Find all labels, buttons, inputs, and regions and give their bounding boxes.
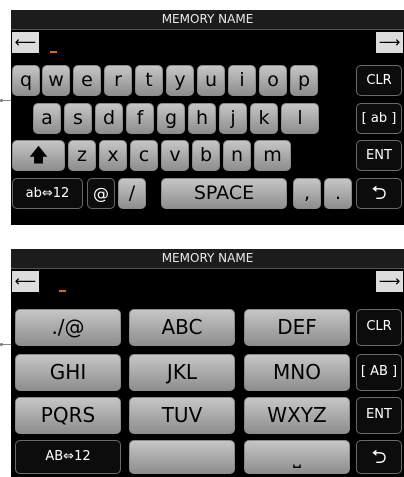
key-w[interactable]: w bbox=[42, 65, 70, 96]
key-a[interactable]: a bbox=[33, 103, 61, 134]
name-input-field[interactable]: ⟵ ⟶ bbox=[11, 30, 404, 55]
key-v[interactable]: v bbox=[161, 140, 189, 171]
key-punctuation[interactable]: ./@ bbox=[15, 309, 121, 346]
clear-button[interactable]: CLR bbox=[356, 309, 402, 346]
key-k[interactable]: k bbox=[250, 103, 278, 134]
text-cursor bbox=[50, 51, 57, 53]
key-y[interactable]: y bbox=[166, 65, 194, 96]
key-n[interactable]: n bbox=[223, 140, 251, 171]
key-r[interactable]: r bbox=[104, 65, 132, 96]
key-h[interactable]: h bbox=[188, 103, 216, 134]
enter-button[interactable]: ENT bbox=[356, 140, 402, 171]
key-e[interactable]: e bbox=[73, 65, 101, 96]
case-toggle-button[interactable]: [ AB ] bbox=[356, 354, 402, 391]
key-p[interactable]: p bbox=[290, 65, 318, 96]
right-arrow-icon: ⟶ bbox=[378, 272, 401, 290]
key-abc[interactable]: ABC bbox=[129, 309, 235, 346]
return-arrow-icon: ⮌ bbox=[371, 446, 387, 468]
case-toggle-button[interactable]: [ ab ] bbox=[356, 103, 402, 134]
key-q[interactable]: q bbox=[12, 65, 40, 96]
cursor-right-button[interactable]: ⟶ bbox=[376, 271, 403, 292]
key-ghi[interactable]: GHI bbox=[15, 354, 121, 391]
back-button[interactable]: ⮌ bbox=[356, 440, 402, 474]
screen-title: MEMORY NAME bbox=[11, 249, 404, 269]
shift-button[interactable]: 🡅 bbox=[12, 140, 65, 171]
key-f[interactable]: f bbox=[126, 103, 154, 134]
key-wxyz[interactable]: WXYZ bbox=[244, 397, 350, 434]
enter-button[interactable]: ENT bbox=[356, 397, 402, 434]
key-slash[interactable]: / bbox=[118, 178, 146, 209]
back-button[interactable]: ⮌ bbox=[356, 178, 402, 209]
key-pqrs[interactable]: PQRS bbox=[15, 397, 121, 434]
key-def[interactable]: DEF bbox=[244, 309, 350, 346]
key-o[interactable]: o bbox=[259, 65, 287, 96]
left-arrow-icon: ⟵ bbox=[14, 33, 37, 51]
space-icon: ⎵ bbox=[293, 444, 301, 468]
key-g[interactable]: g bbox=[157, 103, 185, 134]
return-arrow-icon: ⮌ bbox=[371, 182, 387, 204]
name-input-field[interactable]: ⟵ ⟶ bbox=[11, 269, 404, 294]
key-z[interactable]: z bbox=[68, 140, 96, 171]
cursor-left-button[interactable]: ⟵ bbox=[12, 271, 39, 292]
screen-title: MEMORY NAME bbox=[11, 10, 404, 30]
key-t[interactable]: t bbox=[135, 65, 163, 96]
key-at[interactable]: @ bbox=[87, 178, 115, 209]
key-blank[interactable] bbox=[129, 440, 235, 474]
key-jkl[interactable]: JKL bbox=[129, 354, 235, 391]
space-button[interactable]: ⎵ bbox=[244, 440, 350, 474]
alpha-keyboard-panel: MEMORY NAME ⟵ ⟶ q w e r t y u i o p CLR … bbox=[11, 10, 404, 225]
key-comma[interactable]: , bbox=[293, 178, 321, 209]
key-m[interactable]: m bbox=[254, 140, 291, 171]
cursor-right-button[interactable]: ⟶ bbox=[376, 32, 403, 53]
mode-switch-button[interactable]: AB⇔12 bbox=[15, 440, 121, 474]
shift-arrow-icon: 🡅 bbox=[28, 144, 49, 166]
cursor-left-button[interactable]: ⟵ bbox=[12, 32, 39, 53]
key-i[interactable]: i bbox=[228, 65, 256, 96]
key-b[interactable]: b bbox=[192, 140, 220, 171]
key-d[interactable]: d bbox=[95, 103, 123, 134]
right-arrow-icon: ⟶ bbox=[378, 33, 401, 51]
key-tuv[interactable]: TUV bbox=[129, 397, 235, 434]
key-j[interactable]: j bbox=[219, 103, 247, 134]
key-mno[interactable]: MNO bbox=[244, 354, 350, 391]
key-x[interactable]: x bbox=[99, 140, 127, 171]
callout-line bbox=[2, 100, 11, 101]
mode-switch-button[interactable]: ab⇔12 bbox=[12, 178, 83, 209]
space-button[interactable]: SPACE bbox=[161, 178, 287, 209]
tenkey-keyboard-panel: MEMORY NAME ⟵ ⟶ ./@ ABC DEF CLR GHI JKL … bbox=[11, 249, 404, 477]
key-l[interactable]: l bbox=[281, 103, 319, 134]
key-period[interactable]: . bbox=[324, 178, 352, 209]
left-arrow-icon: ⟵ bbox=[14, 272, 37, 290]
key-s[interactable]: s bbox=[64, 103, 92, 134]
text-cursor bbox=[59, 290, 66, 292]
key-u[interactable]: u bbox=[197, 65, 225, 96]
clear-button[interactable]: CLR bbox=[356, 65, 402, 96]
key-c[interactable]: c bbox=[130, 140, 158, 171]
callout-line bbox=[2, 344, 11, 345]
